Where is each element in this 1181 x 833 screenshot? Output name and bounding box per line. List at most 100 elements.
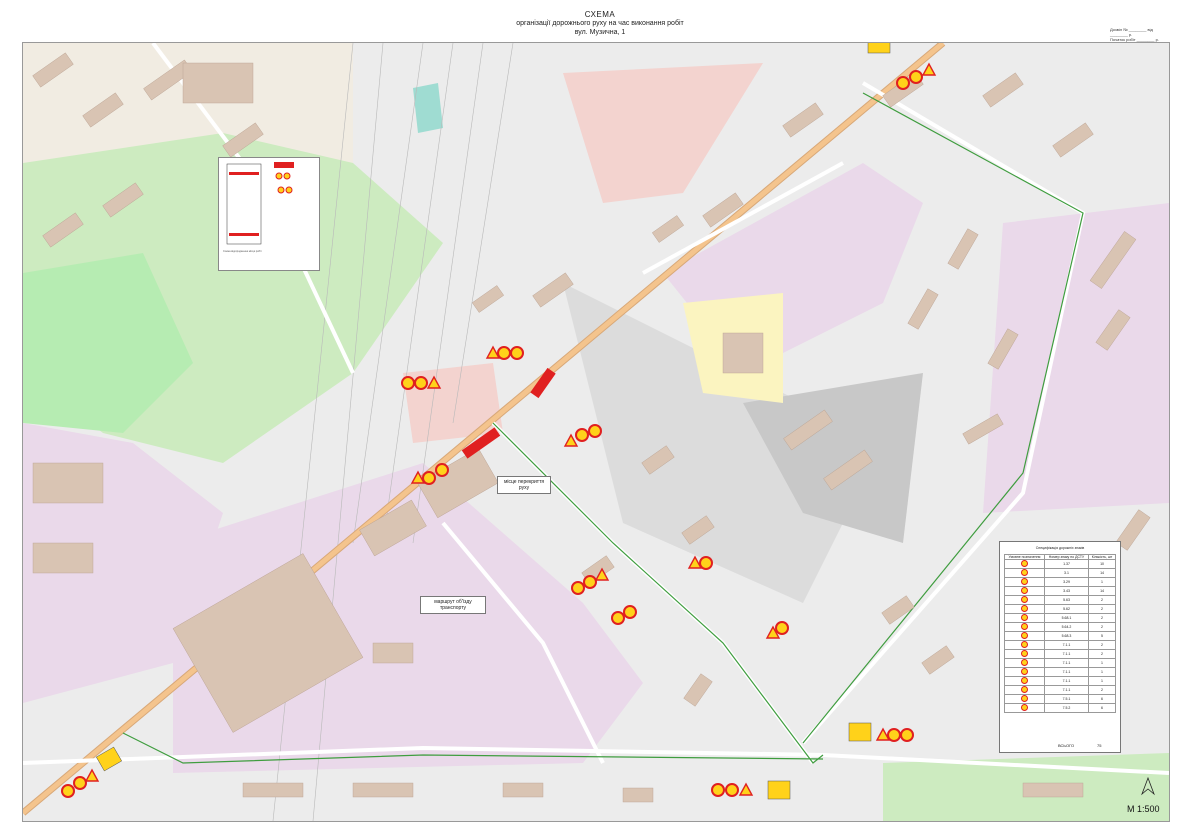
spec-sign-icon	[1004, 559, 1045, 569]
spec-sign-icon	[1004, 694, 1045, 704]
inset-barrier	[229, 172, 259, 175]
spec-row: 7.1.1 1	[1004, 667, 1116, 677]
spec-sign-icon	[1004, 613, 1045, 623]
inset-diagram	[226, 162, 294, 245]
spec-row: 3.1 14	[1004, 568, 1116, 578]
closure-legend-inset: Схема відгородження місця робіт	[218, 157, 320, 271]
railway-zone-2	[403, 363, 503, 443]
spec-sign-icon	[1004, 685, 1045, 695]
spec-sign-qty: 1	[1088, 658, 1116, 668]
title-line-3: вул. Музична, 1	[574, 29, 626, 36]
stamp-line-1: Дозвіл № ________ від ________ р.	[1110, 27, 1153, 37]
spec-caption: Специфікація дорожніх знаків	[1035, 546, 1085, 550]
title-block: СХЕМА організації дорожнього руху на час…	[480, 10, 720, 37]
inset-sign	[277, 186, 285, 194]
spec-sign-qty: 6	[1088, 694, 1116, 704]
spec-sign-icon	[1004, 658, 1045, 668]
spec-sign-icon	[1004, 667, 1045, 677]
spec-sign-code: 7.5.2	[1043, 703, 1090, 713]
spec-sign-icon	[1004, 595, 1045, 605]
detour-label: маршрут об'їзду транспорту	[420, 596, 486, 614]
spec-row: 7.5.2 6	[1004, 703, 1116, 713]
spec-row: 5.62 2	[1004, 604, 1116, 614]
spec-row: 7.5.1 6	[1004, 694, 1116, 704]
spec-sign-code: 3.1	[1043, 568, 1090, 578]
sign-cluster	[485, 345, 524, 360]
inset-sign-row	[274, 162, 294, 168]
spec-sign-qty: 2	[1088, 685, 1116, 695]
spec-sign-icon	[1004, 622, 1045, 632]
detour-sign	[848, 722, 872, 742]
inset-sign	[285, 186, 293, 194]
spec-row: 5.64.2 2	[1004, 622, 1116, 632]
sign-cluster	[875, 727, 914, 742]
spec-sign-icon	[1004, 586, 1045, 596]
spec-sign-qty: 2	[1088, 622, 1116, 632]
spec-sign-icon	[1004, 676, 1045, 686]
map-canvas	[23, 43, 1169, 821]
sign-specification-table: Специфікація дорожніх знаків Умовне позн…	[999, 541, 1121, 753]
title-line-1: СХЕМА	[584, 10, 616, 19]
drawing-sheet: СХЕМА організації дорожнього руху на час…	[0, 0, 1181, 833]
spec-header: Кількість, шт	[1088, 554, 1116, 560]
spec-header: Умовне позначення	[1004, 554, 1045, 560]
spec-sign-icon	[1004, 703, 1045, 713]
spec-sign-code: 7.1.1	[1043, 649, 1090, 659]
spec-total-label: ВСЬОГО	[1058, 743, 1075, 748]
spec-row: 7.1.1 1	[1004, 676, 1116, 686]
spec-sign-qty: 2	[1088, 604, 1116, 614]
spec-sign-icon	[1004, 577, 1045, 587]
north-arrow-icon	[1141, 776, 1155, 796]
spec-row: 7.1.1 2	[1004, 640, 1116, 650]
spec-sign-code: 5.64.2	[1043, 622, 1090, 632]
spec-sign-icon	[1004, 640, 1045, 650]
spec-sign-code: 5.62	[1043, 604, 1090, 614]
spec-sign-qty: 1	[1088, 577, 1116, 587]
spec-sign-code: 7.1.1	[1043, 676, 1090, 686]
spec-sign-code: 7.1.1	[1043, 667, 1090, 677]
spec-row: 7.1.1 2	[1004, 649, 1116, 659]
spec-sign-qty: 10	[1088, 559, 1116, 569]
spec-sign-qty: 1	[1088, 667, 1116, 677]
inset-sign	[283, 172, 291, 180]
spec-sign-icon	[1004, 649, 1045, 659]
spec-sign-code: 7.1.1	[1043, 640, 1090, 650]
detour-sign	[867, 43, 891, 54]
spec-sign-qty: 5	[1088, 631, 1116, 641]
spec-sign-icon	[1004, 568, 1045, 578]
map-scale: М 1:500	[1127, 804, 1160, 814]
spec-sign-code: 5.68.1	[1043, 613, 1090, 623]
spec-sign-icon	[1004, 604, 1045, 614]
spec-sign-code: 3.29	[1043, 577, 1090, 587]
spec-sign-qty: 14	[1088, 568, 1116, 578]
water-pond	[413, 83, 443, 133]
spec-grid: Умовне позначення Номер знаку по ДСТУ Кі…	[1004, 554, 1116, 713]
spec-row: 5.68.1 2	[1004, 613, 1116, 623]
spec-sign-qty: 2	[1088, 649, 1116, 659]
map-view[interactable]	[22, 42, 1170, 822]
spec-row: 3.43 14	[1004, 586, 1116, 596]
title-line-2: організації дорожнього руху на час викон…	[516, 20, 684, 27]
detour-sign	[767, 780, 791, 800]
sign-cluster	[401, 375, 442, 390]
spec-sign-qty: 2	[1088, 595, 1116, 605]
spec-total-value: 75	[1097, 743, 1102, 748]
spec-sign-qty: 2	[1088, 640, 1116, 650]
sign-cluster	[711, 782, 754, 797]
inset-road	[226, 163, 262, 245]
spec-row: 7.1.1 2	[1004, 685, 1116, 695]
spec-sign-code: 7.5.1	[1043, 694, 1090, 704]
spec-sign-qty: 14	[1088, 586, 1116, 596]
inset-sign	[275, 172, 283, 180]
spec-sign-code: 7.1.1	[1043, 658, 1090, 668]
spec-sign-qty: 6	[1088, 703, 1116, 713]
spec-sign-code: 7.1.1	[1043, 685, 1090, 695]
spec-sign-code: 3.43	[1043, 586, 1090, 596]
spec-header: Номер знаку по ДСТУ	[1043, 554, 1090, 560]
spec-row: 7.1.1 1	[1004, 658, 1116, 668]
spec-sign-code: 5.68.3	[1043, 631, 1090, 641]
spec-sign-qty: 1	[1088, 676, 1116, 686]
spec-row: 1.37 10	[1004, 559, 1116, 569]
spec-row: 5.68.3 5	[1004, 631, 1116, 641]
inset-caption: Схема відгородження місця робіт	[223, 250, 262, 253]
